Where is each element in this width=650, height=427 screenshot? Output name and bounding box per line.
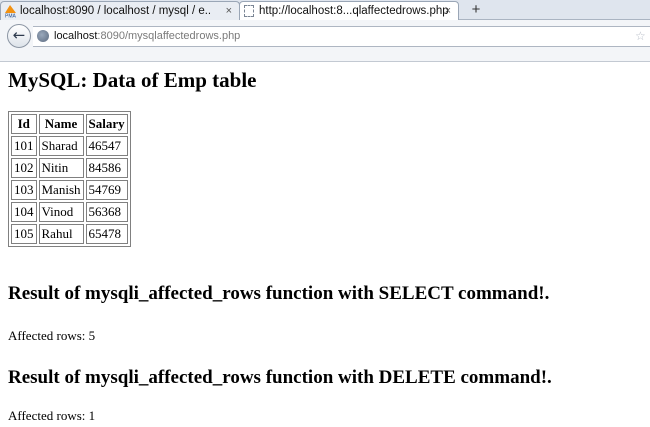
table-cell: Manish — [38, 180, 84, 200]
phpmyadmin-icon: PMA — [5, 5, 17, 19]
tab-bar: PMA localhost:8090 / localhost / mysql /… — [0, 0, 650, 20]
table-cell: 56368 — [85, 202, 128, 222]
select-result-heading: Result of mysqli_affected_rows function … — [8, 283, 550, 304]
url-text: localhost:8090/mysqlaffectedrows.php — [54, 27, 240, 46]
table-cell: 46547 — [85, 136, 128, 156]
svg-text:PMA: PMA — [5, 14, 17, 19]
table-cell: Vinod — [38, 202, 84, 222]
table-cell: 84586 — [85, 158, 128, 178]
tab-label: localhost:8090 / localhost / mysql / e..… — [20, 5, 210, 17]
tab-affected-rows[interactable]: http://localhost:8...qlaffectedrows.php … — [239, 1, 459, 20]
column-header: Salary — [85, 114, 128, 134]
table-cell: Rahul — [38, 224, 84, 244]
table-cell: 102 — [11, 158, 37, 178]
table-cell: 54769 — [85, 180, 128, 200]
back-button[interactable]: ← — [7, 24, 31, 48]
url-host: localhost — [54, 30, 98, 42]
tab-phpmyadmin[interactable]: PMA localhost:8090 / localhost / mysql /… — [0, 1, 240, 20]
table-header-row: Id Name Salary — [11, 114, 128, 134]
table-cell: 104 — [11, 202, 37, 222]
table-cell: Sharad — [38, 136, 84, 156]
table-cell: 65478 — [85, 224, 128, 244]
new-tab-button[interactable]: + — [467, 0, 485, 19]
globe-icon — [37, 30, 49, 42]
delete-affected-rows: Affected rows: 1 — [8, 408, 96, 423]
page-title: MySQL: Data of Emp table — [8, 68, 257, 92]
table-cell: 105 — [11, 224, 37, 244]
table-cell: 103 — [11, 180, 37, 200]
table-row: 101 Sharad 46547 — [11, 136, 128, 156]
bookmark-star-icon[interactable]: ☆ — [635, 27, 646, 46]
close-icon[interactable]: × — [445, 2, 451, 20]
table-row: 103 Manish 54769 — [11, 180, 128, 200]
page-icon — [244, 5, 254, 17]
table-row: 102 Nitin 84586 — [11, 158, 128, 178]
emp-table: Id Name Salary 101 Sharad 46547 102 Niti… — [8, 111, 131, 247]
select-affected-rows: Affected rows: 5 — [8, 328, 96, 343]
close-icon[interactable]: × — [226, 2, 232, 20]
address-bar[interactable]: localhost:8090/mysqlaffectedrows.php ☆ — [33, 26, 650, 47]
url-path: :8090/mysqlaffectedrows.php — [97, 30, 241, 42]
tab-label: http://localhost:8...qlaffectedrows.php — [259, 5, 449, 17]
table-cell: 101 — [11, 136, 37, 156]
table-row: 105 Rahul 65478 — [11, 224, 128, 244]
table-row: 104 Vinod 56368 — [11, 202, 128, 222]
column-header: Id — [11, 114, 37, 134]
delete-result-heading: Result of mysqli_affected_rows function … — [8, 367, 552, 388]
table-cell: Nitin — [38, 158, 84, 178]
column-header: Name — [38, 114, 84, 134]
